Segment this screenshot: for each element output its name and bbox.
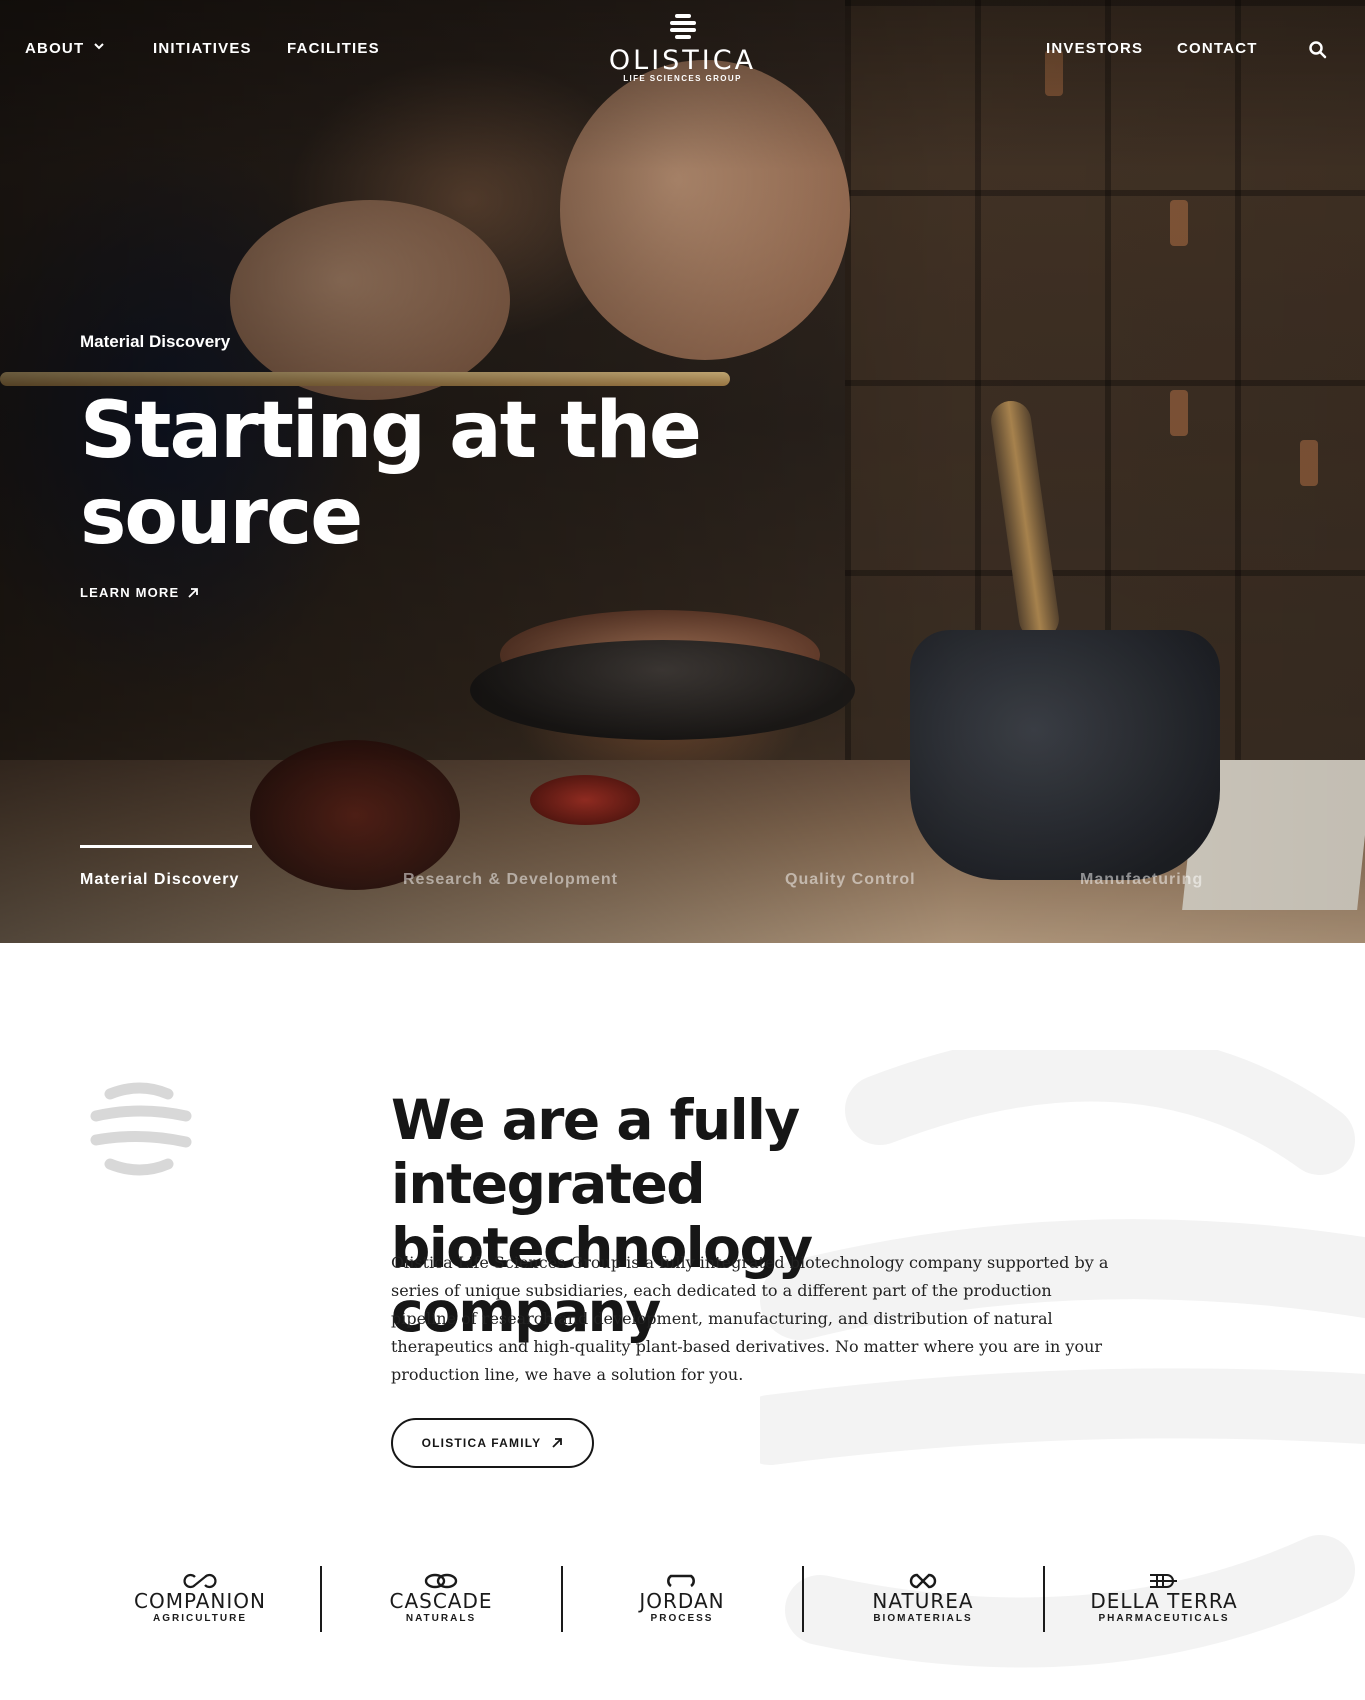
naturea-logo-icon <box>909 1573 937 1589</box>
brand-subtitle: AGRICULTURE <box>152 1613 248 1624</box>
olistica-family-label: OLISTICA FAMILY <box>421 1436 542 1450</box>
olistica-logo[interactable]: OLISTICA LIFE SCIENCES GROUP <box>600 12 765 92</box>
learn-more-link[interactable]: LEARN MORE <box>80 585 199 600</box>
brand-cascade[interactable]: CASCADE NATURALS <box>321 1566 561 1636</box>
olistica-family-button[interactable]: OLISTICA FAMILY <box>391 1418 594 1468</box>
brand-name: DELLA TERRA <box>1090 1589 1238 1613</box>
brand-subtitle: NATURALS <box>405 1613 477 1624</box>
tab-research-development[interactable]: Research & Development <box>403 871 618 889</box>
arrow-up-right-icon <box>188 588 199 598</box>
della-terra-logo-icon <box>1150 1574 1177 1588</box>
brand-jordan[interactable]: JORDAN PROCESS <box>562 1566 802 1636</box>
olistica-mark-icon <box>90 1082 192 1176</box>
hero-eyebrow: Material Discovery <box>80 332 231 351</box>
nav-about-label: ABOUT <box>25 40 85 57</box>
brand-name: CASCADE <box>389 1589 493 1613</box>
hero-title: Starting at the source <box>80 386 702 562</box>
tab-quality-control[interactable]: Quality Control <box>785 871 916 889</box>
nav-about[interactable]: ABOUT <box>25 40 105 57</box>
tab-manufacturing[interactable]: Manufacturing <box>1080 871 1203 889</box>
brand-name: NATUREA <box>872 1589 974 1613</box>
olistica-logo-icon <box>669 14 696 39</box>
learn-more-label: LEARN MORE <box>80 585 180 600</box>
brand-name: COMPANION <box>134 1589 266 1613</box>
brand-della-terra[interactable]: DELLA TERRA PHARMACEUTICALS <box>1044 1566 1284 1636</box>
nav-initiatives[interactable]: INITIATIVES <box>153 40 252 57</box>
companion-logo-icon <box>183 1573 217 1589</box>
hero-section: ABOUT INITIATIVES FACILITIES OLISTICA LI… <box>0 0 1365 943</box>
logo-wordmark: OLISTICA <box>608 45 757 76</box>
nav-contact[interactable]: CONTACT <box>1177 40 1258 57</box>
chevron-down-icon <box>94 43 105 50</box>
nav-investors[interactable]: INVESTORS <box>1046 40 1143 57</box>
arrow-up-right-icon <box>552 1438 563 1448</box>
logo-tagline: LIFE SCIENCES GROUP <box>623 74 742 83</box>
tab-material-discovery[interactable]: Material Discovery <box>80 871 239 889</box>
brand-subtitle: BIOMATERIALS <box>873 1613 973 1624</box>
hero-tabs: Material Discovery Research & Developmen… <box>0 845 1365 895</box>
jordan-logo-icon <box>667 1574 695 1588</box>
main-nav: ABOUT INITIATIVES FACILITIES OLISTICA LI… <box>0 0 1365 100</box>
active-tab-indicator <box>80 845 252 848</box>
about-body: Olistica Life Sciences Group is a fully … <box>391 1253 1109 1384</box>
cascade-logo-icon <box>424 1573 458 1589</box>
brand-companion[interactable]: COMPANION AGRICULTURE <box>80 1566 320 1636</box>
subsidiary-logos: COMPANION AGRICULTURE CASCADE NATURALS J… <box>0 1566 1365 1636</box>
nav-facilities[interactable]: FACILITIES <box>287 40 380 57</box>
brand-subtitle: PHARMACEUTICALS <box>1098 1613 1230 1624</box>
search-icon[interactable] <box>1308 40 1328 60</box>
brand-name: JORDAN <box>639 1589 725 1613</box>
brand-naturea[interactable]: NATUREA BIOMATERIALS <box>803 1566 1043 1636</box>
brand-subtitle: PROCESS <box>650 1613 714 1624</box>
